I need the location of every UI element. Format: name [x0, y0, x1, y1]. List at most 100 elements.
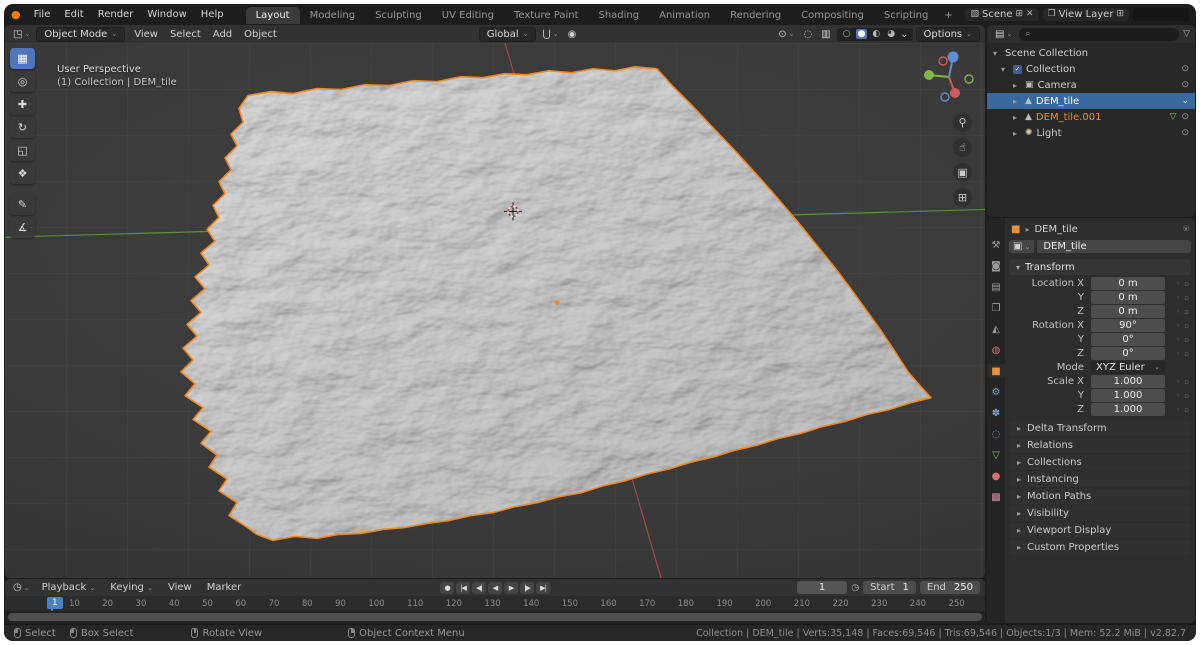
playback-button[interactable]: ▶|	[536, 582, 550, 594]
browse-object-button[interactable]: ▣ ⌄	[1009, 240, 1034, 253]
camera-view-button[interactable]: ▣	[953, 163, 972, 182]
scale-field[interactable]: 1.000	[1091, 403, 1165, 416]
viewport-menu-item[interactable]: Object	[238, 28, 283, 41]
rotation-mode-dropdown[interactable]: XYZ Euler ⌄	[1091, 361, 1165, 374]
outliner-editor-type-button[interactable]: ▤ ⌄	[992, 28, 1015, 41]
transform-panel-header[interactable]: ▾ Transform	[1009, 259, 1191, 275]
collapsed-panel-header[interactable]: ▸ Visibility	[1009, 506, 1191, 521]
outliner-row-collection[interactable]: ▾ ✓ Collection ⊙	[987, 61, 1195, 77]
view-layer-selector[interactable]: ❐ View Layer ⊞	[1043, 8, 1129, 21]
frame-start-field[interactable]: Start 1	[863, 581, 916, 594]
collapsed-panel-header[interactable]: ▸ Delta Transform	[1009, 421, 1191, 436]
tab-particles[interactable]: ✽	[987, 406, 1005, 420]
collection-checkbox[interactable]: ✓	[1013, 65, 1022, 74]
viewport-menu-item[interactable]: Add	[207, 28, 238, 41]
tab-layout[interactable]: Layout	[246, 7, 300, 24]
shading-solid-button[interactable]: ●	[856, 29, 868, 39]
pin-icon[interactable]: ⍟	[1183, 224, 1189, 235]
timeline-scrollbar[interactable]	[5, 611, 985, 623]
tab-modifiers[interactable]: ⚙	[987, 385, 1005, 399]
lock-icon[interactable]: ◦	[1176, 294, 1180, 302]
playhead[interactable]: 1	[47, 597, 63, 609]
timeline-scrollbar-thumb[interactable]	[8, 613, 982, 621]
collapsed-panel-header[interactable]: ▸ Relations	[1009, 438, 1191, 453]
keying-menu[interactable]: Keying ⌄	[104, 581, 159, 594]
eye-icon[interactable]: ⊙	[1181, 112, 1189, 122]
shading-rendered-button[interactable]: ◕	[885, 29, 897, 39]
animate-decorator-icon[interactable]: ▫	[1184, 336, 1189, 344]
caret-down-icon[interactable]: ▾	[1001, 65, 1009, 74]
caret-right-icon[interactable]: ▸	[1013, 113, 1021, 122]
lock-icon[interactable]: ◦	[1176, 350, 1180, 358]
scene-selector[interactable]: ▧ Scene ⊞ ✕	[965, 8, 1038, 21]
marker-menu[interactable]: Marker	[201, 581, 248, 594]
zoom-button[interactable]: ⚲	[953, 113, 972, 132]
frame-end-field[interactable]: End 250	[920, 581, 980, 594]
view-layer-field[interactable]	[1133, 8, 1189, 21]
add-workspace-button[interactable]: +	[938, 7, 958, 24]
animate-decorator-icon[interactable]: ▫	[1184, 280, 1189, 288]
tab-texture[interactable]: ▩	[987, 490, 1005, 504]
animate-decorator-icon[interactable]: ▫	[1184, 322, 1189, 330]
caret-right-icon[interactable]: ▸	[1013, 97, 1021, 106]
lock-icon[interactable]: ◦	[1176, 336, 1180, 344]
tab-object[interactable]: ■	[987, 364, 1005, 378]
tool-move[interactable]: ✚	[10, 94, 35, 115]
tab-view-layer[interactable]: ❐	[987, 301, 1005, 315]
tab-physics[interactable]: ◌	[987, 427, 1005, 441]
viewport-menu-item[interactable]: Select	[164, 28, 207, 41]
orientation-dropdown[interactable]: Global ⌄	[479, 27, 537, 42]
viewport-menu-item[interactable]: View	[128, 28, 164, 41]
lock-icon[interactable]: ◦	[1176, 322, 1180, 330]
playback-button[interactable]: |▶	[520, 582, 534, 594]
outliner-row-scene-collection[interactable]: ▾ Scene Collection	[987, 45, 1195, 61]
location-field[interactable]: 0 m	[1091, 277, 1165, 290]
playback-button[interactable]: ◀|	[472, 582, 486, 594]
perspective-toggle-button[interactable]: ⊞	[953, 188, 972, 207]
unlink-scene-icon[interactable]: ✕	[1026, 9, 1034, 19]
tab-object-data[interactable]: ▽	[987, 448, 1005, 462]
eye-icon[interactable]: ⊙	[1181, 64, 1189, 74]
outliner-row-dem-tile-001[interactable]: ▸ ▲ DEM_tile.001 ▽ ⊙	[987, 109, 1195, 125]
scale-field[interactable]: 1.000	[1091, 375, 1165, 388]
collapsed-panel-header[interactable]: ▸ Custom Properties	[1009, 540, 1191, 555]
gizmo-toggle[interactable]: ⊙ ⌄	[775, 28, 797, 41]
lock-icon[interactable]: ◦	[1176, 280, 1180, 288]
timeline-editor-type-button[interactable]: ◷ ⌄	[10, 581, 33, 594]
animate-decorator-icon[interactable]: ▫	[1184, 350, 1189, 358]
chevron-down-icon[interactable]: ⌄	[1181, 96, 1189, 106]
tab-world[interactable]: ◍	[987, 343, 1005, 357]
tool-measure[interactable]: ∡	[10, 217, 35, 238]
location-field[interactable]: 0 m	[1091, 305, 1165, 318]
tab-material[interactable]: ●	[987, 469, 1005, 483]
gizmo-y-axis[interactable]	[924, 70, 934, 80]
lock-icon[interactable]: ◦	[1176, 406, 1180, 414]
outliner-row-dem-tile[interactable]: ▸ ▲ DEM_tile ⌄	[987, 93, 1195, 109]
collapsed-panel-header[interactable]: ▸ Instancing	[1009, 472, 1191, 487]
topbar-menu-item[interactable]: Help	[194, 7, 231, 22]
collapsed-panel-header[interactable]: ▸ Viewport Display	[1009, 523, 1191, 538]
workspace-tab[interactable]: Texture Paint	[504, 7, 589, 24]
workspace-tab[interactable]: Sculpting	[365, 7, 432, 24]
new-scene-icon[interactable]: ⊞	[1015, 9, 1023, 19]
outliner-search-input[interactable]: ⌕	[1019, 28, 1179, 41]
viewport-canvas[interactable]: User Perspective (1) Collection | DEM_ti…	[5, 43, 985, 578]
rotation-field[interactable]: 0°	[1091, 333, 1165, 346]
options-dropdown[interactable]: Options ⌄	[916, 27, 980, 42]
topbar-menu-item[interactable]: Window	[140, 7, 193, 22]
topbar-menu-item[interactable]: Edit	[57, 7, 90, 22]
topbar-menu-item[interactable]: Render	[91, 7, 141, 22]
workspace-tab[interactable]: Modeling	[300, 7, 366, 24]
lock-icon[interactable]: ◦	[1176, 392, 1180, 400]
workspace-tab[interactable]: Rendering	[720, 7, 791, 24]
object-mode-dropdown[interactable]: Object Mode ⌄	[36, 27, 125, 42]
workspace-tab[interactable]: UV Editing	[432, 7, 504, 24]
proportional-edit-toggle[interactable]: ◉	[565, 28, 580, 41]
tool-rotate[interactable]: ↻	[10, 117, 35, 138]
editor-type-button[interactable]: ◳ ⌄	[10, 28, 33, 41]
filter-icon[interactable]: ▽	[1183, 29, 1190, 39]
scale-field[interactable]: 1.000	[1091, 389, 1165, 402]
outliner-row-camera[interactable]: ▸ ▣ Camera ⊙	[987, 77, 1195, 93]
tool-scale[interactable]: ◱	[10, 140, 35, 161]
tool-transform[interactable]: ❖	[10, 163, 35, 184]
